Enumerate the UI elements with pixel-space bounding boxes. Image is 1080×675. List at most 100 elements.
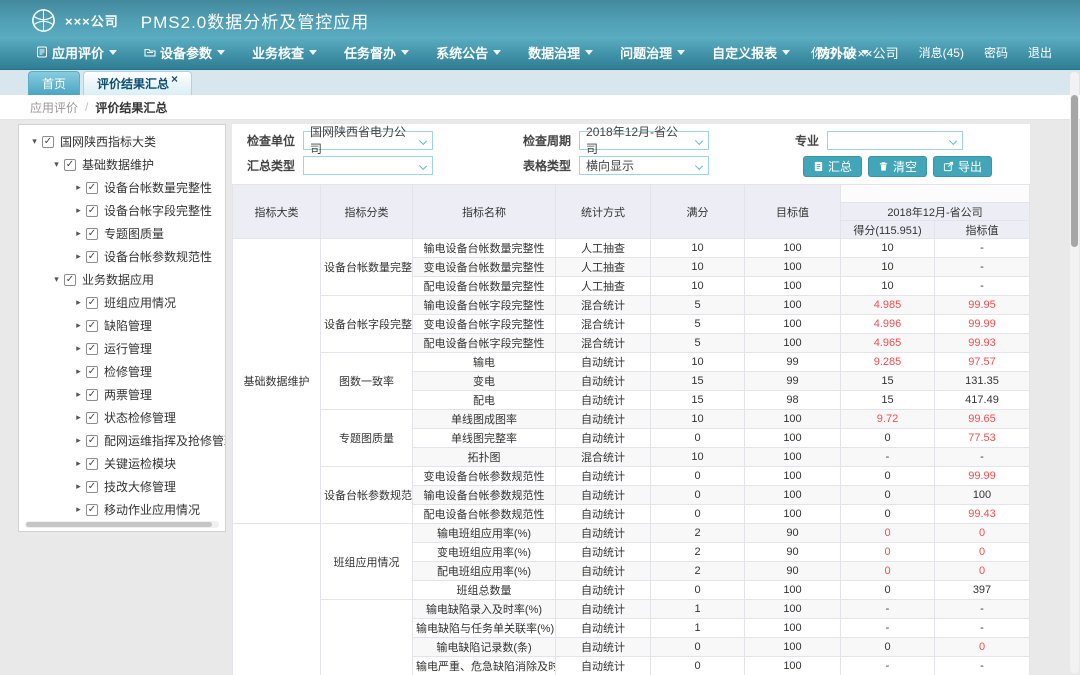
- chevron-collapsed-icon[interactable]: ▸: [73, 182, 84, 193]
- tree-item[interactable]: ▾✓基础数据维护: [19, 153, 225, 176]
- sidebar-scrollbar-horizontal[interactable]: [25, 521, 219, 528]
- clear-button[interactable]: 清空: [868, 156, 927, 177]
- checkbox[interactable]: ✓: [64, 274, 76, 286]
- checkbox[interactable]: ✓: [86, 504, 98, 516]
- chevron-collapsed-icon[interactable]: ▸: [73, 228, 84, 239]
- close-icon[interactable]: ×: [171, 72, 178, 86]
- nav-menu-label: 系统公告: [436, 43, 488, 62]
- nav-menu-item[interactable]: 应用评价: [36, 43, 117, 62]
- chevron-collapsed-icon[interactable]: ▸: [73, 389, 84, 400]
- checkbox[interactable]: ✓: [86, 366, 98, 378]
- chevron-expanded-icon[interactable]: ▾: [29, 136, 40, 147]
- tree-item[interactable]: ▸✓检修管理: [19, 360, 225, 383]
- table-cell: 自动统计: [556, 353, 651, 372]
- nav-menu-item[interactable]: 数据治理: [528, 43, 593, 62]
- table-cell: 单线图完整率: [413, 429, 556, 448]
- page-scrollbar[interactable]: [1070, 72, 1079, 673]
- specialty-select[interactable]: [827, 131, 963, 150]
- tree-item[interactable]: ▸✓移动作业应用情况: [19, 498, 225, 521]
- table-cell: 9.72: [841, 410, 935, 429]
- checkbox[interactable]: ✓: [86, 205, 98, 217]
- summarize-button[interactable]: 汇总: [803, 156, 862, 177]
- chevron-collapsed-icon[interactable]: ▸: [73, 297, 84, 308]
- checkbox[interactable]: ✓: [86, 435, 98, 447]
- check-unit-select[interactable]: 国网陕西省电力公司: [303, 131, 433, 150]
- chevron-collapsed-icon[interactable]: ▸: [73, 343, 84, 354]
- tree-item[interactable]: ▾✓ 业务数据应用: [19, 268, 225, 291]
- nav-menu-item[interactable]: 问题治理: [620, 43, 685, 62]
- table-cell: 100: [745, 448, 841, 467]
- tree-item[interactable]: ▸✓设备台帐参数规范性: [19, 245, 225, 268]
- checkbox[interactable]: ✓: [86, 481, 98, 493]
- summary-type-select[interactable]: [303, 156, 433, 175]
- messages-link[interactable]: 消息(45): [919, 44, 964, 61]
- chevron-collapsed-icon[interactable]: ▸: [73, 458, 84, 469]
- tree-item[interactable]: ▸✓配网运维指挥及抢修管理: [19, 429, 225, 452]
- chevron-collapsed-icon[interactable]: ▸: [73, 435, 84, 446]
- nav-menu-item[interactable]: 业务核查: [252, 43, 317, 62]
- table-cell: 5: [651, 315, 745, 334]
- chevron-collapsed-icon[interactable]: ▸: [73, 412, 84, 423]
- chevron-collapsed-icon[interactable]: ▸: [73, 366, 84, 377]
- chevron-collapsed-icon[interactable]: ▸: [73, 251, 84, 262]
- table-cell: 0: [651, 638, 745, 657]
- export-icon: [943, 161, 954, 172]
- chevron-expanded-icon[interactable]: ▾: [51, 274, 62, 285]
- tree-item[interactable]: ▸✓两票管理: [19, 383, 225, 406]
- tree-item[interactable]: ▸✓运行管理: [19, 337, 225, 360]
- tree-item[interactable]: ▸✓设备台帐字段完整性: [19, 199, 225, 222]
- tree-item-label: 业务数据应用: [82, 271, 154, 288]
- tree-item[interactable]: ▸✓技改大修管理: [19, 475, 225, 498]
- table-cell: 0: [935, 562, 1030, 581]
- checkbox[interactable]: ✓: [64, 159, 76, 171]
- tree-item[interactable]: ▾✓国网陕西指标大类: [19, 130, 225, 153]
- table-cell: 15: [841, 372, 935, 391]
- checkbox[interactable]: ✓: [86, 251, 98, 263]
- table-type-value: 横向显示: [586, 157, 634, 174]
- chevron-expanded-icon[interactable]: ▾: [51, 159, 62, 170]
- table-cell: 0: [651, 505, 745, 524]
- checkbox[interactable]: ✓: [86, 389, 98, 401]
- chevron-collapsed-icon[interactable]: ▸: [73, 504, 84, 515]
- tree-item[interactable]: ▸✓设备台帐数量完整性: [19, 176, 225, 199]
- table-cell: 班组应用情况: [321, 524, 413, 600]
- scrollbar-thumb[interactable]: [1071, 95, 1078, 247]
- checkbox[interactable]: ✓: [86, 182, 98, 194]
- table-type-select[interactable]: 横向显示: [579, 156, 709, 175]
- checkbox[interactable]: ✓: [42, 136, 54, 148]
- table-cell: 0: [651, 581, 745, 600]
- table-cell: 99.43: [935, 505, 1030, 524]
- tree-item[interactable]: ▸✓关键运检模块: [19, 452, 225, 475]
- nav-menu-item[interactable]: 自定义报表: [712, 43, 790, 62]
- tab-首页[interactable]: 首页: [28, 71, 80, 95]
- table-cell: 输电班组应用率(%): [413, 524, 556, 543]
- checkbox[interactable]: ✓: [86, 412, 98, 424]
- tree-item[interactable]: ▸✓专题图质量: [19, 222, 225, 245]
- table-cell: 混合统计: [556, 448, 651, 467]
- table-cell: 77.53: [935, 429, 1030, 448]
- tree-item[interactable]: ▸✓缺陷管理: [19, 314, 225, 337]
- checkbox[interactable]: ✓: [86, 458, 98, 470]
- tree-item[interactable]: ▸✓状态检修管理: [19, 406, 225, 429]
- table-cell: 自动统计: [556, 429, 651, 448]
- logout-link[interactable]: 退出: [1028, 44, 1052, 61]
- chevron-collapsed-icon[interactable]: ▸: [73, 205, 84, 216]
- table-cell: 100: [745, 581, 841, 600]
- action-buttons: 汇总清空导出: [803, 156, 992, 177]
- checkbox[interactable]: ✓: [86, 228, 98, 240]
- checkbox[interactable]: ✓: [86, 297, 98, 309]
- check-period-select[interactable]: 2018年12月-省公司: [579, 131, 709, 150]
- chevron-collapsed-icon[interactable]: ▸: [73, 320, 84, 331]
- password-link[interactable]: 密码: [984, 44, 1008, 61]
- scrollbar-thumb[interactable]: [26, 522, 212, 527]
- nav-menu-item[interactable]: 系统公告: [436, 43, 501, 62]
- chevron-collapsed-icon[interactable]: ▸: [73, 481, 84, 492]
- nav-menu-item[interactable]: 设备参数: [144, 43, 225, 62]
- tree-item[interactable]: ▸✓班组应用情况: [19, 291, 225, 314]
- checkbox[interactable]: ✓: [86, 343, 98, 355]
- export-button[interactable]: 导出: [933, 156, 992, 177]
- nav-menu-item[interactable]: 任务督办: [344, 43, 409, 62]
- checkbox[interactable]: ✓: [86, 320, 98, 332]
- tab-评价结果汇总[interactable]: 评价结果汇总×: [83, 71, 192, 95]
- company-logo-icon: [30, 7, 57, 34]
